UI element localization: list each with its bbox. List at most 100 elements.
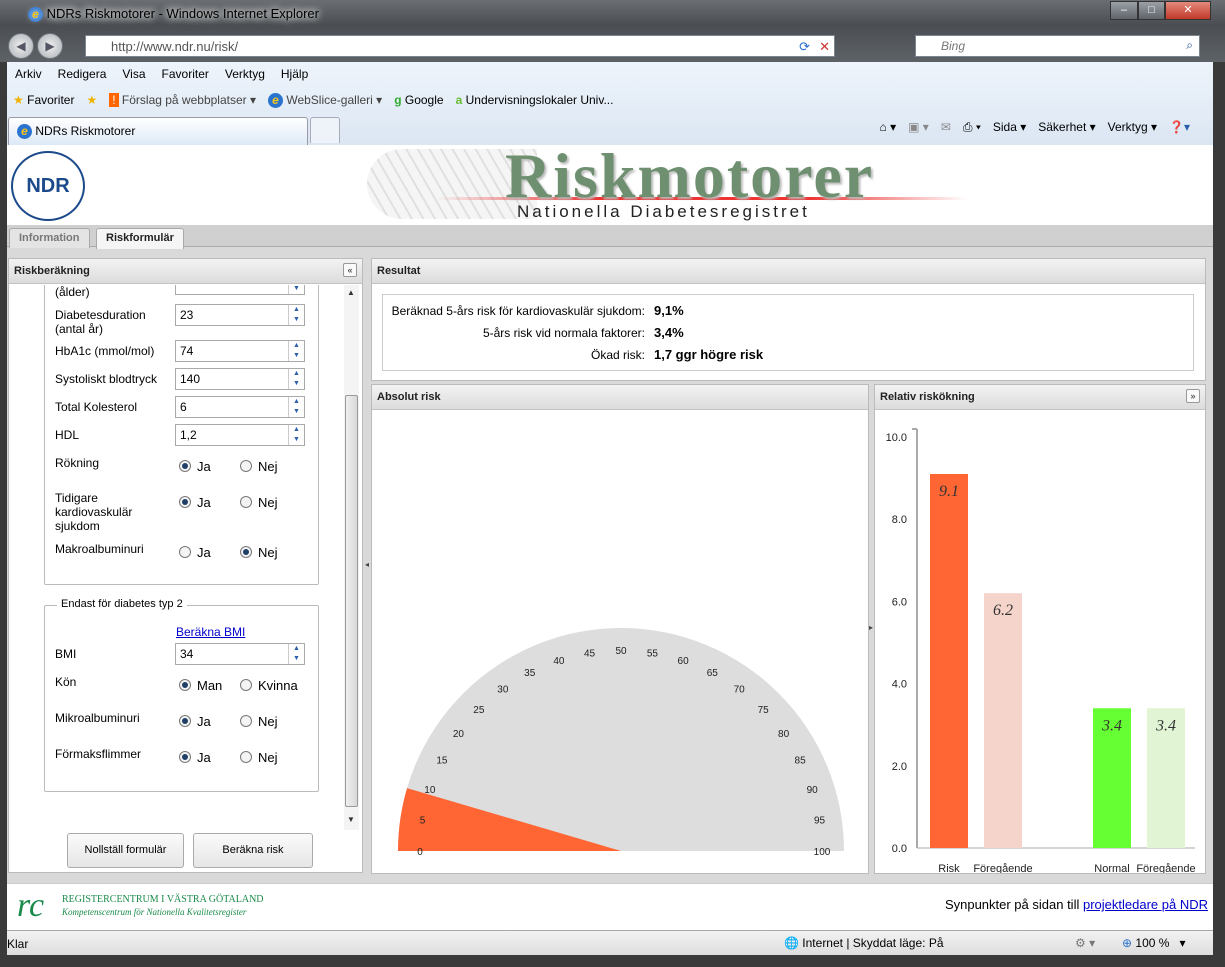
fav-webslice[interactable]: e WebSlice-galleri ▾ [268, 92, 382, 108]
kolesterol-input[interactable]: 6 ▲ ▼ [175, 396, 305, 418]
radio-checked[interactable] [179, 679, 191, 691]
scrollbar-thumb[interactable] [345, 395, 358, 807]
address-bar[interactable]: http://www.ndr.nu/risk/ ✕ ⟳ [85, 35, 835, 57]
maximize-button[interactable]: □ [1138, 1, 1165, 20]
fav-undervisning-label: Undervisningslokaler Univ... [465, 93, 614, 107]
radio-checked[interactable] [179, 496, 191, 508]
radio-checked[interactable] [179, 460, 191, 472]
hba1c-input[interactable]: 74 ▲ ▼ [175, 340, 305, 362]
radio-unchecked[interactable] [240, 496, 252, 508]
kon-man[interactable]: Man [179, 678, 222, 693]
age-input[interactable]: ▲▼ [175, 285, 305, 295]
splitter-right-icon[interactable]: ▸ [869, 623, 873, 632]
help-icon[interactable]: ❓▾ [1169, 120, 1190, 135]
tidigare-nej[interactable]: Nej [240, 495, 278, 510]
feeds-icon[interactable]: ▣ ▾ [908, 120, 929, 135]
tidigare-ja[interactable]: Ja [179, 495, 211, 510]
makro-ja[interactable]: Ja [179, 545, 211, 560]
systoliskt-input[interactable]: 140 ▲ ▼ [175, 368, 305, 390]
result-value-5yr: 9,1% [654, 303, 684, 318]
label-kon: Kön [55, 675, 77, 689]
menu-hjalp[interactable]: Hjälp [273, 63, 316, 85]
radio-unchecked[interactable] [240, 751, 252, 763]
browser-tab[interactable]: e NDRs Riskmotorer [8, 117, 308, 145]
gauge-tick-label: 65 [707, 668, 719, 679]
kolesterol-spinner[interactable]: ▲ ▼ [288, 397, 304, 417]
search-icon[interactable]: ⌕ [1186, 38, 1193, 53]
fav-suggested-sites[interactable]: ! Förslag på webbplatser ▾ [109, 93, 256, 107]
fav-google[interactable]: g Google [394, 93, 443, 107]
ndr-logo: NDR [11, 151, 85, 221]
form-scrollbar[interactable]: ▲ ▼ [344, 285, 359, 830]
radio-checked[interactable] [240, 546, 252, 558]
formak-nej[interactable]: Nej [240, 750, 278, 765]
calc-bmi-link[interactable]: Beräkna BMI [176, 625, 245, 639]
protected-mode-icon[interactable]: ⚙ ▾ [1075, 936, 1095, 950]
rokning-ja[interactable]: Ja [179, 459, 211, 474]
systoliskt-spinner[interactable]: ▲ ▼ [288, 369, 304, 389]
mikro-ja[interactable]: Ja [179, 714, 211, 729]
home-icon[interactable]: ⌂ ▾ [880, 120, 897, 135]
calculate-risk-button[interactable]: Beräkna risk [193, 833, 313, 868]
diabetesduration-spinner[interactable]: ▲ ▼ [288, 305, 304, 325]
mikro-nej[interactable]: Nej [240, 714, 278, 729]
cmd-sakerhet[interactable]: Säkerhet ▾ [1038, 120, 1095, 135]
mail-icon[interactable]: ✉ [941, 120, 951, 135]
menu-verktyg[interactable]: Verktyg [217, 63, 273, 85]
zone-info[interactable]: 🌐 Internet | Skyddat läge: På [784, 936, 944, 950]
bmi-spinner[interactable]: ▲ ▼ [288, 644, 304, 664]
radio-checked[interactable] [179, 751, 191, 763]
back-button[interactable]: ◀ [8, 33, 34, 59]
radio-unchecked[interactable] [240, 679, 252, 691]
tab-riskformular[interactable]: Riskformulär [96, 228, 184, 249]
diabetesduration-value: 23 [180, 308, 194, 322]
radio-checked[interactable] [179, 715, 191, 727]
footer-org-sub: Kompetenscentrum för Nationella Kvalitet… [62, 907, 247, 917]
splitter-left-icon[interactable]: ◂ [365, 560, 369, 569]
address-url[interactable]: http://www.ndr.nu/risk/ [111, 39, 238, 54]
menu-arkiv[interactable]: Arkiv [7, 63, 50, 85]
search-input[interactable]: Bing ⌕ [915, 35, 1200, 57]
formak-ja[interactable]: Ja [179, 750, 211, 765]
menu-redigera[interactable]: Redigera [50, 63, 115, 85]
forward-button[interactable]: ▶ [37, 33, 63, 59]
bar-föregående [984, 593, 1022, 848]
hba1c-spinner[interactable]: ▲ ▼ [288, 341, 304, 361]
diabetesduration-input[interactable]: 23 ▲ ▼ [175, 304, 305, 326]
radio-unchecked[interactable] [240, 715, 252, 727]
collapse-left-icon[interactable]: « [343, 263, 357, 277]
new-tab-button[interactable] [310, 117, 340, 143]
menu-visa[interactable]: Visa [114, 63, 153, 85]
radio-unchecked[interactable] [179, 546, 191, 558]
radio-unchecked[interactable] [240, 460, 252, 472]
age-spinner[interactable]: ▲▼ [288, 285, 304, 294]
hdl-spinner[interactable]: ▲ ▼ [288, 425, 304, 445]
close-button[interactable]: ✕ [1165, 1, 1211, 20]
favorites-button[interactable]: ★ Favoriter [13, 93, 74, 107]
footer-link[interactable]: projektledare på NDR [1083, 897, 1208, 912]
cmd-verktyg[interactable]: Verktyg ▾ [1108, 120, 1157, 135]
expand-right-icon[interactable]: » [1186, 389, 1200, 403]
tab-information[interactable]: Information [9, 228, 90, 248]
add-favorite-icon[interactable]: ★ [86, 93, 97, 107]
reset-form-button[interactable]: Nollställ formulär [67, 833, 184, 868]
command-bar: ⌂ ▾ ▣ ▾ ✉ ⎙ ▾ Sida ▾ Säkerhet ▾ Verktyg … [880, 120, 1190, 135]
scroll-down-icon[interactable]: ▼ [347, 815, 355, 824]
favorites-label: Favoriter [27, 93, 75, 107]
makro-nej[interactable]: Nej [240, 545, 278, 560]
minimize-button[interactable]: ‒ [1110, 1, 1138, 20]
kon-kvinna[interactable]: Kvinna [240, 678, 298, 693]
gauge-tick-label: 35 [524, 668, 536, 679]
hdl-input[interactable]: 1,2 ▲ ▼ [175, 424, 305, 446]
scroll-up-icon[interactable]: ▲ [347, 288, 355, 297]
label-alder: (ålder) [55, 285, 90, 299]
stop-icon[interactable]: ✕ [819, 39, 830, 55]
zoom-control[interactable]: ⊕ 100 % ▾ [1122, 936, 1185, 950]
fav-undervisning[interactable]: a Undervisningslokaler Univ... [456, 93, 614, 107]
menu-favoriter[interactable]: Favoriter [154, 63, 217, 85]
bmi-input[interactable]: 34 ▲ ▼ [175, 643, 305, 665]
cmd-sida[interactable]: Sida ▾ [993, 120, 1026, 135]
rokning-nej[interactable]: Nej [240, 459, 278, 474]
print-icon[interactable]: ⎙ ▾ [963, 120, 981, 135]
refresh-icon[interactable]: ⟳ [799, 39, 810, 55]
